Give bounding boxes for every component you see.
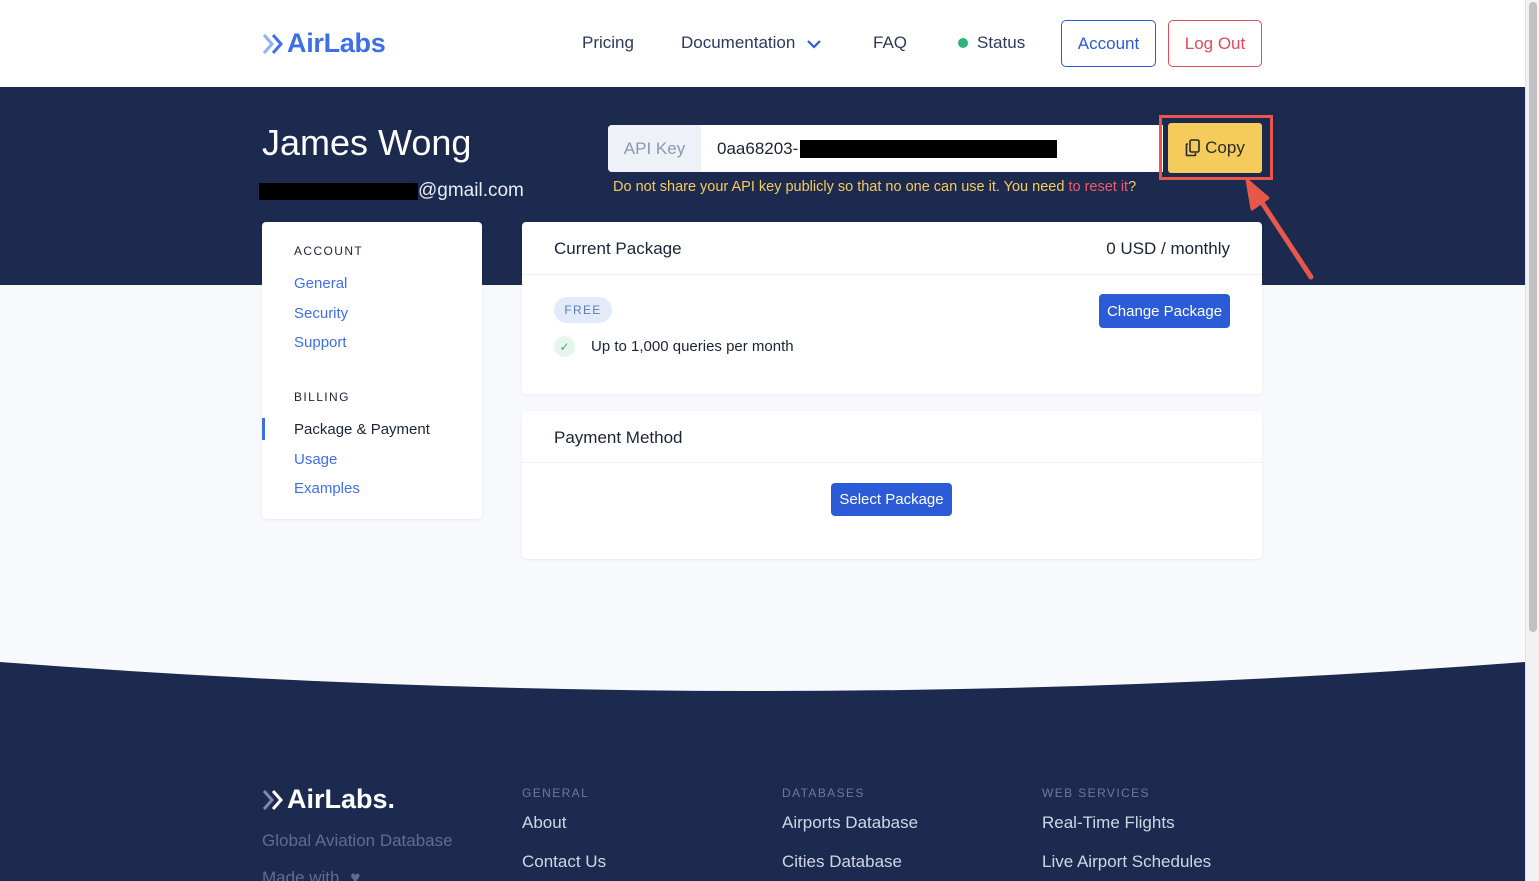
nav-pricing-link[interactable]: Pricing <box>582 33 634 53</box>
redacted-api-key <box>800 139 1058 158</box>
nav-documentation-dropdown[interactable]: Documentation <box>681 33 822 53</box>
payment-method-title: Payment Method <box>554 428 683 447</box>
active-item-indicator <box>262 418 265 440</box>
heart-icon: ♥ <box>350 868 361 881</box>
double-chevron-logo-icon <box>262 33 284 54</box>
footer-brand-name: AirLabs. <box>287 784 396 814</box>
copy-button-highlight-annotation <box>1159 115 1273 180</box>
nav-status-link[interactable]: Status <box>958 33 1025 53</box>
change-package-button[interactable]: Change Package <box>1099 294 1230 328</box>
api-key-warning: Do not share your API key publicly so th… <box>613 179 1136 195</box>
sidebar-item-usage[interactable]: Usage <box>294 451 337 468</box>
double-chevron-logo-icon <box>262 789 284 810</box>
footer-background <box>0 662 1525 881</box>
account-sidebar: ACCOUNT General Security Support BILLING… <box>262 222 482 519</box>
plan-badge: FREE <box>554 297 612 323</box>
footer-heading-databases: DATABASES <box>782 786 865 800</box>
user-email: @gmail.com <box>259 180 524 202</box>
plan-feature-text: Up to 1,000 queries per month <box>591 338 794 355</box>
footer-made-with: Made with ♥ <box>262 868 360 881</box>
checkmark-icon: ✓ <box>554 336 575 357</box>
footer-link-live-airport-schedules[interactable]: Live Airport Schedules <box>1042 852 1211 872</box>
package-price: 0 USD / monthly <box>1106 239 1230 258</box>
airlabs-logo[interactable]: AirLabs <box>262 28 386 59</box>
api-key-field[interactable]: API Key 0aa68203- <box>608 125 1163 172</box>
footer-link-cities-database[interactable]: Cities Database <box>782 852 902 872</box>
current-package-card: Current Package 0 USD / monthly FREE ✓ U… <box>522 222 1262 394</box>
api-key-value[interactable]: 0aa68203- <box>701 125 1058 172</box>
scrollbar-thumb[interactable] <box>1529 2 1537 632</box>
sidebar-item-general[interactable]: General <box>294 275 347 292</box>
page-scrollbar[interactable] <box>1525 0 1539 881</box>
reset-api-key-link[interactable]: to reset it <box>1068 179 1128 195</box>
footer-tagline: Global Aviation Database <box>262 831 453 850</box>
footer-logo[interactable]: AirLabs. <box>262 784 395 815</box>
redacted-email-local-part <box>259 182 418 200</box>
select-package-button[interactable]: Select Package <box>831 483 952 516</box>
status-indicator-icon <box>958 37 968 48</box>
card-divider <box>522 462 1262 463</box>
sidebar-heading-account: ACCOUNT <box>294 244 364 258</box>
sidebar-item-package-payment[interactable]: Package & Payment <box>294 421 430 438</box>
footer-link-real-time-flights[interactable]: Real-Time Flights <box>1042 813 1175 833</box>
current-package-title: Current Package <box>554 239 682 258</box>
card-divider <box>522 274 1262 275</box>
logout-button[interactable]: Log Out <box>1168 20 1262 67</box>
payment-method-card: Payment Method Select Package <box>522 411 1262 559</box>
email-domain: @gmail.com <box>418 180 524 201</box>
sidebar-item-support[interactable]: Support <box>294 334 347 351</box>
footer-heading-general: GENERAL <box>522 786 590 800</box>
chevron-down-icon <box>807 39 821 49</box>
warning-text: Do not share your API key publicly so th… <box>613 179 1069 195</box>
sidebar-heading-billing: BILLING <box>294 390 350 404</box>
api-key-label: API Key <box>608 125 701 172</box>
brand-name: AirLabs <box>287 28 386 58</box>
top-navbar: AirLabs Pricing Documentation FAQ Status… <box>0 0 1525 87</box>
nav-faq-link[interactable]: FAQ <box>873 33 907 53</box>
account-button[interactable]: Account <box>1061 20 1156 67</box>
nav-status-label: Status <box>977 33 1026 52</box>
footer-link-airports-database[interactable]: Airports Database <box>782 813 918 833</box>
api-key-prefix: 0aa68203- <box>717 138 799 158</box>
sidebar-item-security[interactable]: Security <box>294 305 348 322</box>
footer-heading-web-services: WEB SERVICES <box>1042 786 1150 800</box>
plan-feature: ✓ Up to 1,000 queries per month <box>554 336 794 357</box>
warning-end: ? <box>1128 179 1137 195</box>
made-with-text: Made with <box>262 868 340 881</box>
sidebar-item-examples[interactable]: Examples <box>294 480 360 497</box>
user-name: James Wong <box>262 122 472 163</box>
nav-documentation-label: Documentation <box>681 33 796 52</box>
footer-link-about[interactable]: About <box>522 813 566 833</box>
footer-link-contact-us[interactable]: Contact Us <box>522 852 606 872</box>
